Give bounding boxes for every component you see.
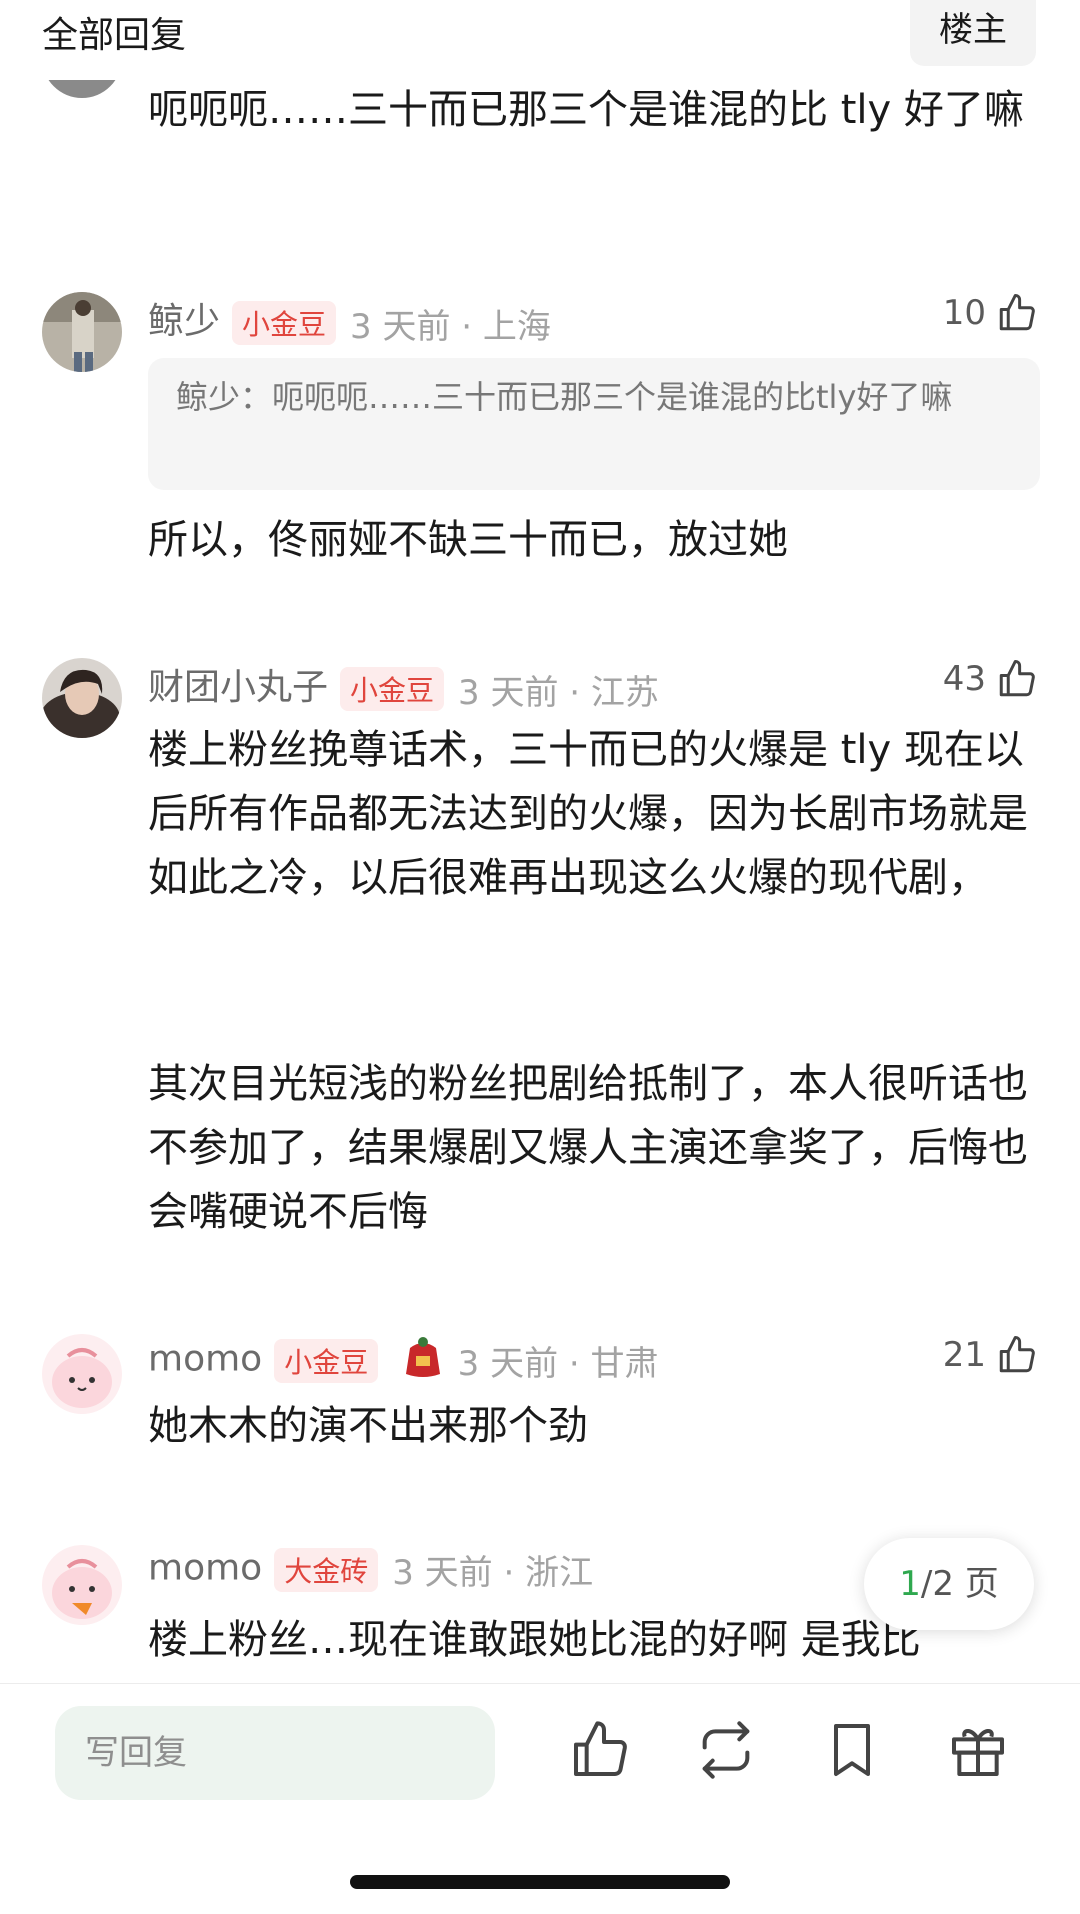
bookmark-icon[interactable]	[820, 1718, 884, 1782]
like-count: 43	[942, 659, 986, 699]
gift-icon[interactable]	[946, 1718, 1010, 1782]
thumbs-up-icon	[999, 294, 1035, 331]
badge-label: 小金豆	[340, 667, 445, 711]
comment-meta: 3 天前 · 上海	[350, 306, 551, 347]
home-indicator[interactable]	[350, 1875, 730, 1889]
comment-text: 所以，佟丽娅不缺三十而已，放过她	[148, 517, 788, 563]
username[interactable]: momo	[148, 1548, 262, 1589]
avatar[interactable]	[42, 292, 122, 372]
comment-text: 她木木的演不出来那个劲	[148, 1403, 588, 1449]
comment-header: 财团小丸子 小金豆 3 天前 · 江苏 43	[148, 658, 1038, 713]
comment-meta: 3 天前 · 浙江	[392, 1553, 594, 1593]
op-only-button[interactable]: 楼主	[910, 0, 1036, 66]
thumbs-up-icon	[999, 660, 1035, 697]
header: 全部回复 楼主	[0, 0, 1080, 70]
comment-header: momo 小金豆 3 天前 · 甘肃 21	[148, 1334, 1038, 1384]
lucky-bag-icon	[402, 1334, 444, 1387]
like-button[interactable]: 10	[943, 292, 1038, 334]
quoted-reply[interactable]: 鲸少：呃呃呃……三十而已那三个是谁混的比tly好了嘛	[148, 358, 1040, 490]
avatar[interactable]	[42, 658, 122, 738]
thumbs-up-icon	[999, 1336, 1035, 1373]
page-current: 1	[899, 1564, 921, 1604]
comment-text: 呃呃呃……三十而已那三个是谁混的比 tly 好了嘛	[148, 87, 1024, 133]
badge-label: 大金砖	[274, 1547, 379, 1592]
username[interactable]: 财团小丸子	[148, 667, 328, 708]
badge-label: 小金豆	[232, 301, 337, 345]
comment-header: 鲸少 小金豆 3 天前 · 上海 10	[148, 292, 1038, 347]
page-total: /2 页	[920, 1564, 999, 1604]
avatar[interactable]	[42, 1545, 122, 1625]
repost-icon[interactable]	[694, 1718, 758, 1782]
comment-meta: 3 天前 · 江苏	[458, 672, 659, 713]
badge-label: 小金豆	[274, 1338, 379, 1383]
username[interactable]: 鲸少	[148, 301, 220, 342]
like-count: 21	[942, 1335, 986, 1375]
like-button[interactable]: 21	[943, 1334, 1038, 1376]
like-button[interactable]: 43	[943, 658, 1038, 700]
comment-text: 楼上粉丝挽尊话术，三十而已的火爆是 tly 现在以后所有作品都无法达到的火爆，因…	[148, 727, 1028, 901]
quote-text: 鲸少：呃呃呃……三十而已那三个是谁混的比tly好了嘛	[176, 378, 953, 416]
username[interactable]: momo	[148, 1339, 262, 1380]
reply-input[interactable]: 写回复	[55, 1706, 495, 1800]
header-title: 全部回复	[42, 15, 187, 56]
comment-meta: 3 天前 · 甘肃	[457, 1344, 659, 1384]
like-icon[interactable]	[568, 1718, 632, 1782]
like-count: 10	[942, 293, 986, 333]
page-indicator[interactable]: 1/2 页	[864, 1538, 1034, 1630]
avatar[interactable]	[42, 1334, 122, 1414]
comment-text-paragraph-2: 其次目光短浅的粉丝把剧给抵制了，本人很听话也不参加了，结果爆剧又爆人主演还拿奖了…	[148, 1061, 1028, 1235]
